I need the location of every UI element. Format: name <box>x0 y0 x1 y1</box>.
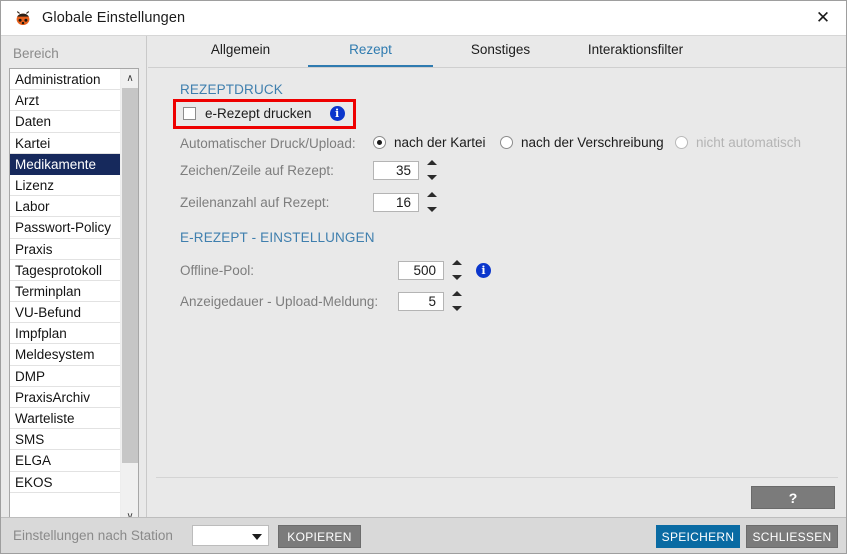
sidebar-scrollbar[interactable]: ∧ ∨ <box>120 69 138 525</box>
station-label: Einstellungen nach Station <box>13 528 173 543</box>
panel-divider <box>156 477 838 478</box>
radio-nach-der-verschreibung-label: nach der Verschreibung <box>521 135 664 150</box>
radio-nach-der-verschreibung[interactable]: nach der Verschreibung <box>500 135 664 150</box>
title-bar: Globale Einstellungen ✕ <box>1 1 846 36</box>
anzeigedauer-label: Anzeigedauer - Upload-Meldung: <box>180 294 379 309</box>
sidebar-item[interactable]: Tagesprotokoll <box>10 260 120 281</box>
sidebar-item[interactable]: Administration <box>10 69 120 91</box>
erezept-drucken-row[interactable]: e-Rezept drucken i <box>183 106 348 121</box>
radio-nach-der-kartei[interactable]: nach der Kartei <box>373 135 486 150</box>
zeichen-zeile-stepper[interactable] <box>373 160 437 180</box>
chevron-down-icon <box>252 534 262 540</box>
section-title-rezeptdruck: REZEPTDRUCK <box>180 82 283 97</box>
sidebar-item[interactable]: Medikamente <box>10 153 120 175</box>
scroll-up-icon[interactable]: ∧ <box>121 69 138 87</box>
sidebar-item[interactable]: Meldesystem <box>10 344 120 366</box>
radio-nicht-automatisch-label: nicht automatisch <box>696 135 802 150</box>
radio-nach-der-kartei-label: nach der Kartei <box>394 135 486 150</box>
bereich-list: Administration Arzt Daten Kartei Medikamente… <box>10 69 120 525</box>
spin-down-icon[interactable] <box>451 275 462 280</box>
spin-down-icon[interactable] <box>426 207 437 212</box>
zeichen-zeile-label: Zeichen/Zeile auf Rezept: <box>180 163 334 178</box>
section-title-erezept: E-REZEPT - EINSTELLUNGEN <box>180 230 375 245</box>
offline-pool-label: Offline-Pool: <box>180 263 255 278</box>
window-title: Globale Einstellungen <box>42 10 186 26</box>
tab-interaktionsfilter[interactable]: Interaktionsfilter <box>568 36 703 67</box>
erezept-drucken-label: e-Rezept drucken <box>205 106 312 121</box>
sidebar-item[interactable]: Praxis <box>10 239 120 260</box>
globale-einstellungen-dialog: Globale Einstellungen ✕ Bereich Administ… <box>0 0 847 554</box>
tab-allgemein[interactable]: Allgemein <box>178 36 303 67</box>
info-icon-offline-pool[interactable]: i <box>476 262 491 278</box>
sidebar-item[interactable]: PraxisArchiv <box>10 387 120 408</box>
tab-rezept[interactable]: Rezept <box>308 36 433 67</box>
radio-nicht-automatisch[interactable]: nicht automatisch <box>675 135 801 150</box>
radio-nicht-automatisch-input[interactable] <box>675 136 688 149</box>
anzeigedauer-stepper[interactable] <box>398 291 462 311</box>
sidebar-item[interactable]: SMS <box>10 429 120 451</box>
zeilenanzahl-spin-buttons[interactable] <box>426 192 437 212</box>
spin-up-icon[interactable] <box>426 160 437 165</box>
settings-panel: Allgemein Rezept Sonstiges Interaktionsfilt… <box>148 36 846 517</box>
zeilenanzahl-stepper[interactable] <box>373 192 437 212</box>
sidebar: Bereich Administration Arzt Daten Kartei Med… <box>1 36 147 526</box>
sidebar-item[interactable]: Lizenz <box>10 175 120 197</box>
sidebar-item[interactable]: VU-Befund <box>10 302 120 324</box>
ladybug-icon <box>14 9 32 27</box>
offline-pool-stepper[interactable]: i <box>398 260 491 280</box>
sidebar-item[interactable]: DMP <box>10 366 120 387</box>
station-select[interactable] <box>192 525 269 546</box>
anzeigedauer-spin-buttons[interactable] <box>451 291 462 311</box>
radio-nach-der-kartei-input[interactable] <box>373 136 386 149</box>
sidebar-item[interactable]: Kartei <box>10 133 120 154</box>
close-icon[interactable]: ✕ <box>800 1 846 35</box>
auto-druck-upload-label: Automatischer Druck/Upload: <box>180 136 356 151</box>
zeichen-zeile-input[interactable] <box>373 160 419 180</box>
radio-nach-der-verschreibung-input[interactable] <box>500 136 513 149</box>
zeilenanzahl-label: Zeilenanzahl auf Rezept: <box>180 195 330 210</box>
sidebar-item[interactable]: Labor <box>10 196 120 218</box>
sidebar-item[interactable]: Terminplan <box>10 281 120 303</box>
footer-bar: Einstellungen nach Station KOPIEREN SPEI… <box>1 517 846 553</box>
spin-up-icon[interactable] <box>426 192 437 197</box>
erezept-drucken-checkbox[interactable] <box>183 107 196 120</box>
speichern-button[interactable]: SPEICHERN <box>656 525 740 548</box>
bereich-listbox[interactable]: Administration Arzt Daten Kartei Medikamente… <box>9 68 139 526</box>
sidebar-item[interactable]: Impfplan <box>10 323 120 345</box>
sidebar-item[interactable]: Passwort-Policy <box>10 217 120 239</box>
anzeigedauer-input[interactable] <box>398 291 444 311</box>
sidebar-header: Bereich <box>13 46 59 61</box>
tab-sonstiges[interactable]: Sonstiges <box>438 36 563 67</box>
help-button[interactable]: ? <box>751 486 835 509</box>
spin-up-icon[interactable] <box>451 260 462 265</box>
sidebar-item[interactable]: Arzt <box>10 90 120 112</box>
kopieren-button[interactable]: KOPIEREN <box>278 525 361 548</box>
schliessen-button[interactable]: SCHLIESSEN <box>746 525 838 548</box>
offline-pool-input[interactable] <box>398 260 444 280</box>
sidebar-item[interactable]: Warteliste <box>10 408 120 430</box>
sidebar-item[interactable]: Daten <box>10 111 120 133</box>
tab-bar: Allgemein Rezept Sonstiges Interaktionsfilt… <box>148 36 846 68</box>
zeilenanzahl-input[interactable] <box>373 192 419 212</box>
info-icon-erezept-drucken[interactable]: i <box>329 106 345 121</box>
spin-down-icon[interactable] <box>451 306 462 311</box>
spin-up-icon[interactable] <box>451 291 462 296</box>
sidebar-item[interactable]: EKOS <box>10 472 120 493</box>
offline-pool-spin-buttons[interactable] <box>451 260 462 280</box>
scrollbar-thumb[interactable] <box>122 88 138 463</box>
spin-down-icon[interactable] <box>426 175 437 180</box>
zeichen-zeile-spin-buttons[interactable] <box>426 160 437 180</box>
sidebar-item[interactable]: ELGA <box>10 450 120 472</box>
